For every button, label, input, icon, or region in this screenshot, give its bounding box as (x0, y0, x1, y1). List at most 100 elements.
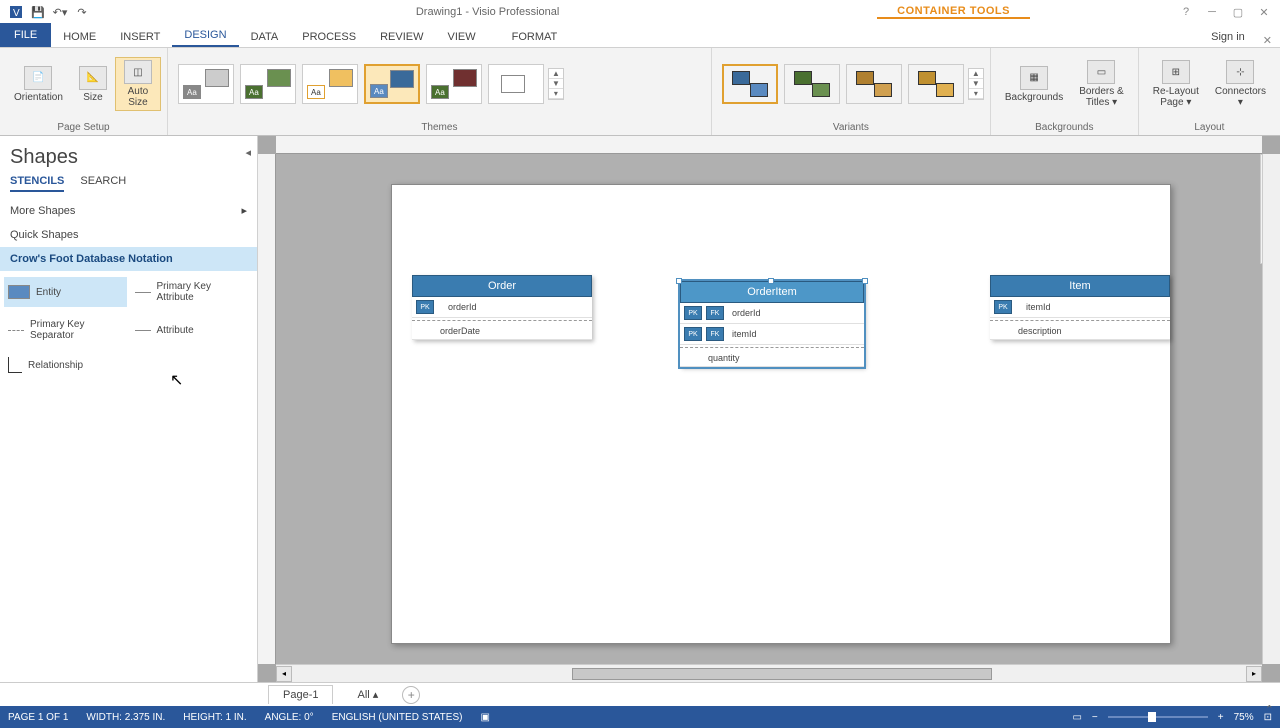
fk-badge: FK (706, 327, 724, 341)
variant-expand-icon[interactable]: ▾ (969, 89, 983, 99)
tab-process[interactable]: PROCESS (290, 27, 368, 47)
borders-titles-button[interactable]: ▭Borders & Titles ▾ (1071, 58, 1131, 110)
variant-option[interactable] (908, 64, 964, 104)
backgrounds-label: Backgrounds (1005, 92, 1063, 103)
page-tab-all[interactable]: All ▴ (343, 685, 392, 704)
app-icon[interactable]: V (8, 4, 24, 20)
theme-option-selected[interactable]: Aa (364, 64, 420, 104)
save-icon[interactable]: 💾 (30, 4, 46, 20)
variant-option[interactable] (784, 64, 840, 104)
quick-shapes-link[interactable]: Quick Shapes (0, 223, 257, 247)
auto-size-button[interactable]: ◫Auto Size (115, 57, 161, 111)
entity-item[interactable]: Item PKitemId description (990, 275, 1170, 340)
page-tab-page1[interactable]: Page-1 (268, 685, 333, 704)
zoom-slider[interactable] (1108, 716, 1208, 718)
minimize-icon[interactable]: ─ (1204, 4, 1220, 20)
scroll-right-icon[interactable]: ▸ (1246, 666, 1262, 682)
variant-option[interactable] (846, 64, 902, 104)
size-label: Size (83, 92, 102, 103)
relayout-button[interactable]: ⊞Re-Layout Page ▾ (1145, 58, 1207, 110)
doc-close-icon[interactable]: ✕ (1255, 34, 1280, 47)
macro-record-icon[interactable]: ▣ (480, 712, 489, 723)
zoom-slider-thumb[interactable] (1148, 712, 1156, 722)
window-controls: ? ─ ▢ ✕ (1170, 4, 1280, 20)
attr-orderdate[interactable]: orderDate (416, 326, 588, 336)
theme-scroll-down-icon[interactable]: ▼ (549, 79, 563, 89)
theme-scroll-up-icon[interactable]: ▲ (549, 69, 563, 79)
drawing-page[interactable]: Order PKorderId orderDate OrderItem PKFK… (391, 184, 1171, 644)
attr-oi-orderid[interactable]: orderId (728, 308, 860, 318)
shape-relationship[interactable]: Relationship (4, 353, 127, 377)
shape-attribute[interactable]: Attribute (131, 315, 254, 345)
page-tabs: Page-1 All ▴ + (0, 682, 1280, 706)
attr-itemid[interactable]: itemId (1016, 302, 1166, 312)
status-lang[interactable]: ENGLISH (UNITED STATES) (332, 712, 463, 723)
theme-gallery-spinner: ▲ ▼ ▾ (548, 68, 564, 100)
stencils-tab[interactable]: STENCILS (10, 175, 64, 192)
theme-option[interactable]: Aa (178, 64, 234, 104)
shape-entity-label: Entity (36, 287, 61, 298)
tab-format[interactable]: FORMAT (500, 27, 570, 47)
shape-entity[interactable]: Entity (4, 277, 127, 307)
close-icon[interactable]: ✕ (1256, 4, 1272, 20)
help-icon[interactable]: ? (1178, 4, 1194, 20)
scrollbar-horizontal[interactable]: ◂ ▸ (276, 664, 1262, 682)
theme-option[interactable]: Aa (240, 64, 296, 104)
variant-scroll-down-icon[interactable]: ▼ (969, 79, 983, 89)
variant-option-selected[interactable] (722, 64, 778, 104)
theme-option[interactable] (488, 64, 544, 104)
orientation-button[interactable]: 📄Orientation (6, 64, 71, 105)
selection-handle[interactable] (862, 278, 868, 284)
shapes-panel: ◂ Shapes STENCILS SEARCH More Shapes▸ Qu… (0, 136, 258, 682)
attr-oi-itemid[interactable]: itemId (728, 329, 860, 339)
entity-orderitem[interactable]: OrderItem PKFKorderId PKFKitemId quantit… (680, 281, 864, 367)
tab-design[interactable]: DESIGN (172, 25, 238, 47)
tab-data[interactable]: DATA (239, 27, 291, 47)
panel-collapse-icon[interactable]: ◂ (245, 146, 251, 159)
fk-badge: FK (706, 306, 724, 320)
search-tab[interactable]: SEARCH (80, 175, 126, 192)
undo-icon[interactable]: ↶▾ (52, 4, 68, 20)
entity-order[interactable]: Order PKorderId orderDate (412, 275, 592, 340)
backgrounds-button[interactable]: ▦Backgrounds (997, 64, 1071, 105)
canvas-view[interactable]: Order PKorderId orderDate OrderItem PKFK… (276, 154, 1262, 664)
tab-file[interactable]: FILE (0, 23, 51, 47)
entity-item-header[interactable]: Item (990, 275, 1170, 297)
shape-pk-separator[interactable]: Primary Key Separator (4, 315, 127, 345)
scroll-thumb-h[interactable] (572, 668, 992, 680)
redo-icon[interactable]: ↷ (74, 4, 90, 20)
attr-quantity[interactable]: quantity (684, 353, 860, 363)
connectors-button[interactable]: ⊹Connectors ▾ (1207, 58, 1274, 110)
presentation-mode-icon[interactable]: ▭ (1072, 712, 1081, 723)
size-button[interactable]: 📐Size (71, 64, 115, 105)
tab-home[interactable]: HOME (51, 27, 108, 47)
selection-handle[interactable] (676, 278, 682, 284)
scrollbar-vertical[interactable] (1262, 154, 1280, 664)
theme-option[interactable]: Aa (302, 64, 358, 104)
pk-badge: PK (684, 327, 702, 341)
workspace: ◂ Shapes STENCILS SEARCH More Shapes▸ Qu… (0, 136, 1280, 682)
zoom-out-icon[interactable]: − (1092, 712, 1098, 723)
zoom-in-icon[interactable]: + (1218, 712, 1224, 723)
theme-option[interactable]: Aa (426, 64, 482, 104)
add-page-button[interactable]: + (402, 686, 420, 704)
entity-orderitem-header[interactable]: OrderItem (680, 281, 864, 303)
theme-expand-icon[interactable]: ▾ (549, 89, 563, 99)
tab-review[interactable]: REVIEW (368, 27, 435, 47)
shape-pk-attribute[interactable]: Primary Key Attribute (131, 277, 254, 307)
signin-link[interactable]: Sign in (1201, 27, 1255, 47)
tab-view[interactable]: VIEW (435, 27, 487, 47)
tab-insert[interactable]: INSERT (108, 27, 172, 47)
maximize-icon[interactable]: ▢ (1230, 4, 1246, 20)
selection-handle[interactable] (768, 278, 774, 284)
attr-description[interactable]: description (994, 326, 1166, 336)
entity-order-header[interactable]: Order (412, 275, 592, 297)
stencil-crows-foot[interactable]: Crow's Foot Database Notation (0, 247, 257, 271)
ribbon-collapse-icon[interactable]: ⌃ (1265, 703, 1274, 716)
scroll-left-icon[interactable]: ◂ (276, 666, 292, 682)
ribbon-tabs: FILE HOME INSERT DESIGN DATA PROCESS REV… (0, 24, 1280, 48)
variant-scroll-up-icon[interactable]: ▲ (969, 69, 983, 79)
more-shapes-link[interactable]: More Shapes▸ (0, 198, 257, 223)
zoom-level[interactable]: 75% (1234, 712, 1254, 723)
attr-orderid[interactable]: orderId (438, 302, 588, 312)
